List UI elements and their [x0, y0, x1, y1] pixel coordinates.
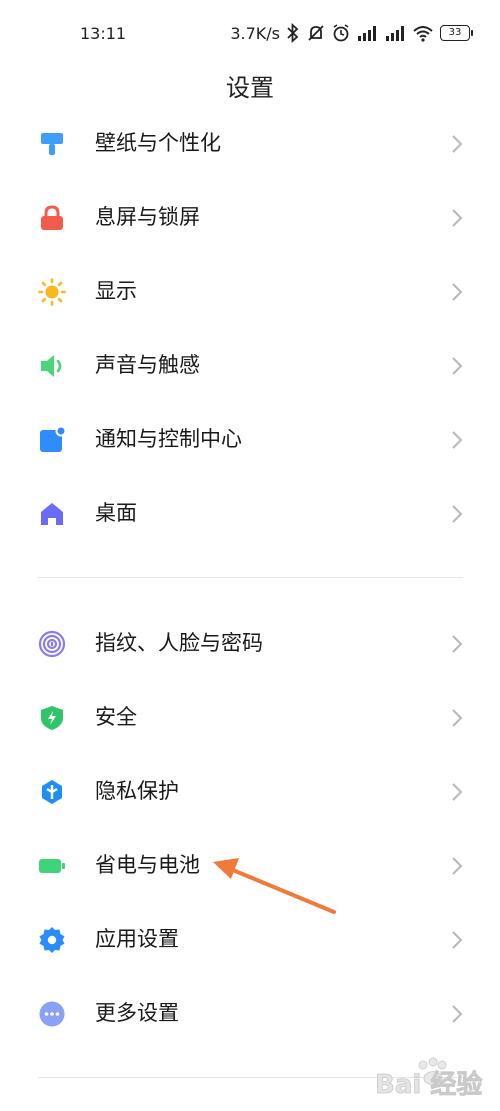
settings-item-label: 通知与控制中心 — [95, 427, 242, 451]
settings-item-label: 息屏与锁屏 — [95, 205, 200, 229]
settings-item-app-settings[interactable]: 应用设置 — [0, 908, 500, 968]
settings-item-label: 指纹、人脸与密码 — [95, 631, 263, 655]
settings-item-sound[interactable]: 声音与触感 — [0, 334, 500, 394]
settings-item-notifications[interactable]: 通知与控制中心 — [0, 408, 500, 468]
more-icon — [39, 1001, 65, 1027]
settings-item-display[interactable]: 显示 — [0, 260, 500, 320]
privacy-icon — [42, 780, 62, 804]
signal-icon — [358, 26, 376, 41]
shield-icon — [41, 706, 63, 730]
settings-item-lockscreen[interactable]: 息屏与锁屏 — [0, 186, 500, 246]
chevron-right-icon — [452, 709, 463, 727]
settings-item-fingerprint[interactable]: 指纹、人脸与密码 — [0, 612, 500, 672]
settings-item-security[interactable]: 安全 — [0, 686, 500, 746]
settings-item-label: 壁纸与个性化 — [95, 131, 221, 155]
watermark-logo: Bai 经验 — [375, 1057, 483, 1100]
settings-item-wallpaper[interactable]: 壁纸与个性化 — [0, 112, 500, 172]
chevron-right-icon — [452, 1005, 463, 1023]
settings-item-label: 省电与电池 — [95, 853, 200, 877]
signal-icon — [386, 26, 404, 41]
settings-item-label: 桌面 — [95, 501, 137, 525]
mute-icon — [308, 25, 324, 41]
settings-item-privacy[interactable]: 隐私保护 — [0, 760, 500, 820]
alarm-icon — [333, 24, 349, 42]
settings-item-desktop[interactable]: 桌面 — [0, 482, 500, 542]
settings-item-label: 安全 — [95, 705, 137, 729]
page-title: 设置 — [226, 74, 274, 102]
status-time: 13:11 — [80, 24, 127, 43]
wifi-icon — [413, 26, 433, 42]
chevron-right-icon — [452, 783, 463, 801]
battery-indicator: 33 — [440, 25, 473, 41]
speaker-icon — [41, 355, 62, 377]
watermark-text: Bai 经验 — [375, 1069, 482, 1100]
chevron-right-icon — [452, 135, 463, 153]
status-icons: 3.7K/s 33 — [230, 22, 473, 44]
paint-roller-icon — [41, 133, 63, 155]
chevron-right-icon — [452, 857, 463, 875]
status-bar: 13:11 3.7K/s 33 — [0, 0, 500, 60]
chevron-right-icon — [452, 931, 463, 949]
bluetooth-icon — [287, 23, 299, 43]
chevron-right-icon — [452, 431, 463, 449]
settings-item-more-settings[interactable]: 更多设置 — [0, 982, 500, 1042]
chevron-right-icon — [452, 283, 463, 301]
lock-icon — [41, 205, 63, 230]
settings-item-label: 应用设置 — [95, 927, 179, 951]
home-icon — [41, 503, 63, 525]
fingerprint-icon — [38, 630, 66, 658]
chevron-right-icon — [452, 635, 463, 653]
chevron-right-icon — [452, 505, 463, 523]
battery-icon — [39, 859, 65, 873]
settings-item-label: 显示 — [95, 279, 137, 303]
notification-icon — [40, 426, 66, 452]
chevron-right-icon — [452, 357, 463, 375]
network-speed: 3.7K/s — [230, 23, 280, 43]
settings-item-label: 更多设置 — [95, 1001, 179, 1025]
section-divider — [38, 577, 463, 578]
settings-item-battery[interactable]: 省电与电池 — [0, 834, 500, 894]
gear-icon — [39, 927, 65, 953]
settings-item-label: 声音与触感 — [95, 353, 200, 377]
chevron-right-icon — [452, 209, 463, 227]
sun-icon — [38, 278, 66, 306]
settings-item-label: 隐私保护 — [95, 779, 179, 803]
